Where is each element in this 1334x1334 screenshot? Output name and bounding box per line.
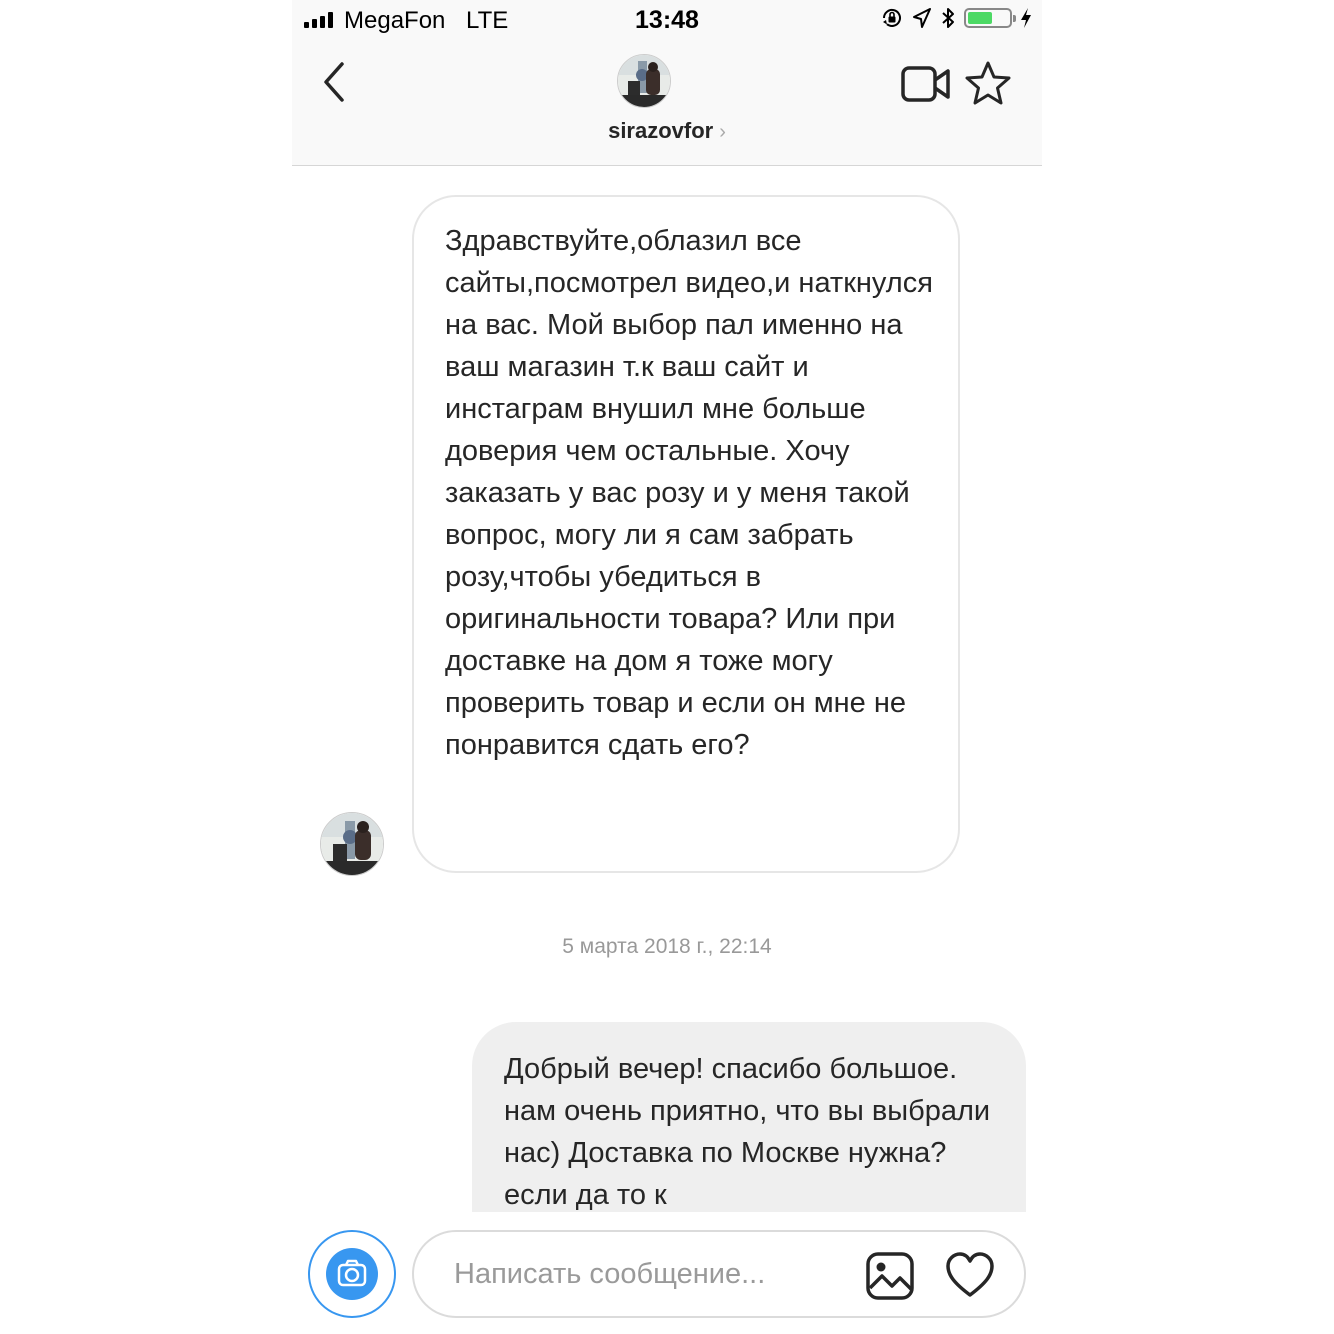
bluetooth-icon bbox=[942, 8, 954, 28]
sender-avatar[interactable] bbox=[320, 812, 384, 876]
location-arrow-icon bbox=[913, 8, 931, 28]
battery-icon bbox=[964, 8, 1016, 28]
video-call-icon[interactable] bbox=[900, 62, 952, 106]
direct-message-screen: MegaFon LTE 13:48 sirazovfor › Здравству… bbox=[292, 0, 1042, 1334]
heart-icon[interactable] bbox=[944, 1250, 996, 1302]
message-input[interactable] bbox=[454, 1254, 834, 1294]
camera-button[interactable] bbox=[308, 1230, 396, 1318]
chat-header: sirazovfor › bbox=[292, 42, 1042, 166]
incoming-message-bubble[interactable]: Здравствуйте,облазил все сайты,посмотрел… bbox=[412, 195, 960, 873]
chevron-right-icon: › bbox=[719, 121, 726, 143]
back-chevron-icon[interactable] bbox=[316, 60, 356, 104]
orientation-lock-icon bbox=[882, 9, 901, 27]
gallery-icon[interactable] bbox=[864, 1250, 916, 1302]
message-timestamp: 5 марта 2018 г., 22:14 bbox=[562, 935, 772, 958]
status-icons bbox=[880, 6, 1032, 30]
avatar[interactable] bbox=[617, 54, 671, 108]
message-text: Добрый вечер! спасибо большое. нам очень… bbox=[504, 1053, 991, 1211]
chat-username[interactable]: sirazovfor › bbox=[292, 118, 1042, 144]
camera-icon bbox=[326, 1248, 378, 1300]
star-icon[interactable] bbox=[964, 60, 1012, 108]
message-input-box bbox=[412, 1230, 1026, 1318]
charging-bolt-icon bbox=[1021, 8, 1031, 28]
message-text: Здравствуйте,облазил все сайты,посмотрел… bbox=[445, 225, 933, 761]
username-label: sirazovfor bbox=[608, 118, 714, 143]
status-bar: MegaFon LTE 13:48 bbox=[292, 0, 1042, 42]
